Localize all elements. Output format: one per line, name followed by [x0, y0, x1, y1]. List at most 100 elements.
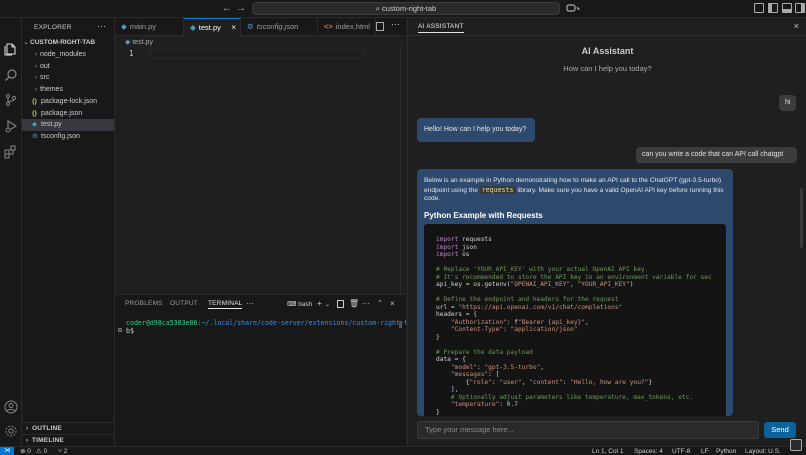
chevron-right-icon: › [35, 87, 37, 93]
chat-subtitle: How can I help you today? [563, 64, 652, 73]
trash-icon[interactable]: 🗑 [349, 299, 359, 308]
tree-item-out[interactable]: › out [22, 61, 114, 73]
end-of-line[interactable]: LF [701, 447, 709, 455]
tab-test-py[interactable]: ◆ test.py × [184, 18, 241, 36]
tree-item-label: tsconfig.json [41, 133, 80, 140]
chevron-down-icon: ⌄ [23, 40, 29, 46]
close-panel-icon[interactable]: × [390, 299, 395, 308]
maximize-panel-icon[interactable]: ⌃ [377, 299, 383, 307]
terminal-prompt-suffix: b$ [126, 327, 134, 335]
current-line-highlight[interactable] [149, 49, 364, 59]
tab-tsconfig-json[interactable]: ⚙ tsconfig.json [241, 18, 318, 36]
tree-item-package-lock-json[interactable]: {} package-lock.json [22, 96, 114, 108]
editor-tabs: ◆ main.py ◆ test.py × ⚙ tsconfig.json <> ind… [115, 18, 406, 36]
copilot-icon[interactable] [566, 3, 581, 13]
close-tab-icon[interactable]: × [231, 19, 236, 37]
status-bar: ⋊ ⊗ 0 ⚠ 0 ⑂ 2 Ln 1, Col 1 Spaces: 4 UTF-… [0, 439, 806, 455]
tree-item-package-json[interactable]: {} package.json [22, 108, 114, 120]
new-terminal-icon[interactable]: + [317, 299, 322, 308]
keyboard-layout[interactable]: Layout: U.S. [745, 447, 781, 455]
outline-section[interactable]: › OUTLINE [22, 422, 114, 433]
account-icon[interactable] [4, 400, 18, 414]
toggle-secondary-sidebar-icon[interactable] [795, 3, 805, 13]
assistant-message: Hello! How can I help you today? [417, 118, 535, 142]
tree-item-label: themes [40, 86, 63, 93]
tree-item-src[interactable]: › src [22, 72, 114, 84]
activity-bar [0, 18, 22, 446]
editor-scrollbar[interactable] [400, 46, 406, 294]
explorer-title: EXPLORER [34, 24, 72, 31]
more-actions-icon[interactable]: ··· [391, 19, 400, 29]
tree-item-node-modules[interactable]: › node_modules [22, 49, 114, 61]
tab-terminal[interactable]: TERMINAL [208, 300, 243, 309]
search-icon: ⌕ [375, 4, 380, 13]
warnings-count[interactable]: ⚠ 0 [36, 447, 47, 455]
tab-ai-assistant[interactable]: AI ASSISTANT [418, 23, 464, 33]
layout-customize-icon[interactable] [754, 3, 764, 13]
chevron-right-icon: › [25, 437, 29, 444]
toggle-sidebar-icon[interactable] [768, 3, 778, 13]
run-debug-icon[interactable] [4, 119, 18, 133]
back-icon[interactable]: ← [222, 3, 232, 14]
html-file-icon: <> [324, 22, 333, 31]
breadcrumb[interactable]: ◆ test.py [125, 38, 153, 46]
tree-item-test-py[interactable]: ◆ test.py [22, 119, 114, 131]
terminal-icon: ⌨ [287, 301, 299, 308]
tab-label: index.html [335, 22, 370, 31]
tree-item-themes[interactable]: › themes [22, 84, 114, 96]
code-block[interactable]: import requests import json import os # … [424, 224, 726, 416]
search-label: custom-right-tab [382, 4, 437, 13]
split-editor-icon[interactable] [376, 22, 384, 31]
indentation[interactable]: Spaces: 4 [634, 447, 663, 455]
search-icon[interactable] [4, 68, 18, 82]
panel-more-icon[interactable]: ··· [246, 299, 254, 308]
split-terminal-icon[interactable] [337, 300, 344, 308]
python-file-icon: ◆ [32, 121, 37, 128]
chat-message-input[interactable]: Type your message here... [417, 421, 759, 439]
message-heading: Python Example with Requests [424, 210, 543, 220]
python-file-icon: ◆ [190, 23, 196, 32]
language-mode[interactable]: Python [716, 447, 736, 455]
chat-scrollbar[interactable] [800, 188, 803, 248]
settings-gear-icon[interactable] [4, 424, 18, 438]
outline-label: OUTLINE [32, 425, 62, 432]
ports-count[interactable]: ⑂ 2 [58, 447, 67, 455]
source-control-icon[interactable] [4, 93, 18, 107]
tab-output[interactable]: OUTPUT [170, 300, 198, 307]
cursor-position[interactable]: Ln 1, Col 1 [592, 447, 623, 455]
title-bar: ← → ⌕ custom-right-tab [0, 0, 806, 18]
encoding[interactable]: UTF-8 [672, 447, 690, 455]
breadcrumb-file: test.py [132, 39, 153, 46]
extensions-icon[interactable] [4, 145, 18, 159]
explorer-icon[interactable] [4, 42, 18, 56]
terminal-prompt-line[interactable]: coder@d98ca5383e86:~/.local/share/code-s… [126, 319, 412, 327]
user-message: hi [779, 95, 797, 111]
panel-more-actions-icon[interactable]: ··· [362, 299, 370, 308]
assistant-message: Below is an example in Python demonstrat… [417, 169, 733, 416]
tsconfig-file-icon: ⚙ [247, 22, 254, 31]
tab-label: tsconfig.json [256, 22, 299, 31]
tab-main-py[interactable]: ◆ main.py [115, 18, 184, 36]
tab-label: main.py [129, 22, 157, 31]
command-center-search[interactable]: ⌕ custom-right-tab [252, 2, 560, 15]
remote-indicator-icon[interactable]: ⋊ [0, 447, 14, 455]
shell-label: bash [298, 301, 313, 308]
forward-icon[interactable]: → [236, 3, 246, 14]
timeline-section[interactable]: › TIMELINE [22, 434, 114, 445]
terminal-scrollbar[interactable] [399, 321, 402, 328]
tree-item-tsconfig-json[interactable]: ⚙ tsconfig.json [22, 131, 114, 143]
more-actions-icon[interactable]: ··· [97, 21, 106, 31]
send-button[interactable]: Send [764, 422, 796, 438]
workspace-root[interactable]: ⌄CUSTOM-RIGHT-TAB [22, 37, 114, 49]
errors-count[interactable]: ⊗ 0 [20, 447, 31, 455]
notifications-icon[interactable] [790, 439, 802, 451]
tab-problems[interactable]: PROBLEMS [125, 300, 163, 307]
timeline-label: TIMELINE [32, 437, 64, 444]
toggle-panel-icon[interactable] [782, 3, 792, 13]
ai-assistant-panel: AI ASSISTANT × AI Assistant How can I he… [407, 18, 806, 446]
terminal-cursor-line[interactable]: b$ [118, 327, 134, 335]
close-icon[interactable]: × [794, 21, 799, 31]
terminal-shell-selector[interactable]: ⌨ bash [287, 300, 312, 308]
tab-index-html[interactable]: <> index.html [318, 18, 376, 36]
chevron-down-icon[interactable]: ⌄ [325, 301, 330, 308]
